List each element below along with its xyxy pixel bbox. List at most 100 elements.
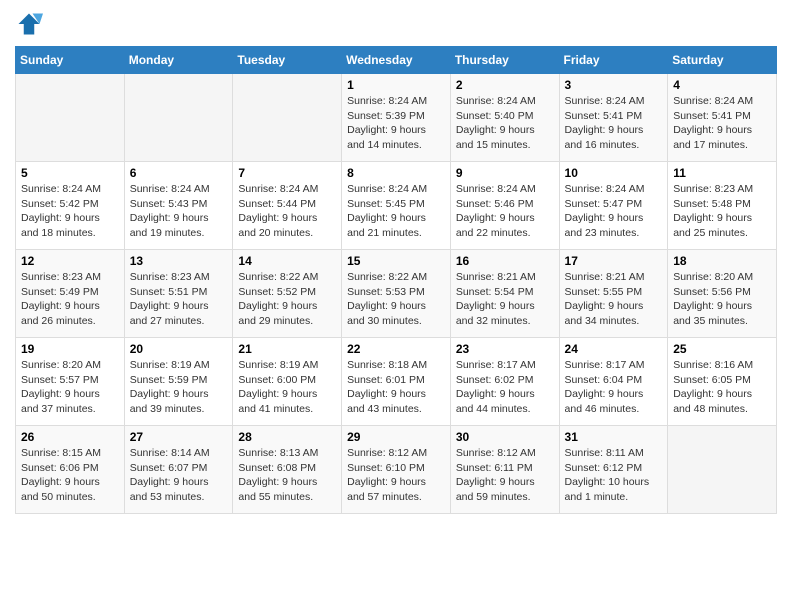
header-day: Friday (559, 47, 668, 74)
calendar-cell: 13 Sunrise: 8:23 AM Sunset: 5:51 PM Dayli… (124, 250, 233, 338)
header-day: Monday (124, 47, 233, 74)
day-number: 11 (673, 166, 771, 180)
calendar-cell: 16Sunrise: 8:21 AM Sunset: 5:54 PM Dayli… (450, 250, 559, 338)
day-info: Sunrise: 8:24 AM Sunset: 5:42 PM Dayligh… (21, 182, 119, 241)
day-number: 2 (456, 78, 554, 92)
day-info: Sunrise: 8:24 AM Sunset: 5:39 PM Dayligh… (347, 94, 445, 153)
calendar-cell: 20 Sunrise: 8:19 AM Sunset: 5:59 PM Dayli… (124, 338, 233, 426)
calendar-cell: 19 Sunrise: 8:20 AM Sunset: 5:57 PM Dayli… (16, 338, 125, 426)
day-number: 14 (238, 254, 336, 268)
day-number: 29 (347, 430, 445, 444)
calendar-cell: 26 Sunrise: 8:15 AM Sunset: 6:06 PM Dayli… (16, 426, 125, 514)
header-day: Sunday (16, 47, 125, 74)
calendar-cell: 3Sunrise: 8:24 AM Sunset: 5:41 PM Daylig… (559, 74, 668, 162)
day-info: Sunrise: 8:24 AM Sunset: 5:41 PM Dayligh… (565, 94, 663, 153)
day-number: 17 (565, 254, 663, 268)
calendar-body: 1 Sunrise: 8:24 AM Sunset: 5:39 PM Daylig… (16, 74, 777, 514)
day-number: 31 (565, 430, 663, 444)
calendar-cell: 30 Sunrise: 8:12 AM Sunset: 6:11 PM Dayli… (450, 426, 559, 514)
calendar-cell: 29 Sunrise: 8:12 AM Sunset: 6:10 PM Dayli… (342, 426, 451, 514)
calendar-cell: 5 Sunrise: 8:24 AM Sunset: 5:42 PM Daylig… (16, 162, 125, 250)
day-number: 10 (565, 166, 663, 180)
day-number: 1 (347, 78, 445, 92)
day-number: 7 (238, 166, 336, 180)
day-info: Sunrise: 8:18 AM Sunset: 6:01 PM Dayligh… (347, 358, 445, 417)
day-number: 4 (673, 78, 771, 92)
day-number: 24 (565, 342, 663, 356)
calendar-cell: 2 Sunrise: 8:24 AM Sunset: 5:40 PM Daylig… (450, 74, 559, 162)
calendar-cell: 11 Sunrise: 8:23 AM Sunset: 5:48 PM Dayli… (668, 162, 777, 250)
calendar-table: SundayMondayTuesdayWednesdayThursdayFrid… (15, 46, 777, 514)
calendar-week-row: 12 Sunrise: 8:23 AM Sunset: 5:49 PM Dayli… (16, 250, 777, 338)
day-info: Sunrise: 8:19 AM Sunset: 5:59 PM Dayligh… (130, 358, 228, 417)
day-number: 12 (21, 254, 119, 268)
day-number: 22 (347, 342, 445, 356)
calendar-week-row: 26 Sunrise: 8:15 AM Sunset: 6:06 PM Dayli… (16, 426, 777, 514)
day-info: Sunrise: 8:15 AM Sunset: 6:06 PM Dayligh… (21, 446, 119, 505)
header-day: Saturday (668, 47, 777, 74)
day-number: 26 (21, 430, 119, 444)
day-info: Sunrise: 8:17 AM Sunset: 6:04 PM Dayligh… (565, 358, 663, 417)
header-day: Thursday (450, 47, 559, 74)
calendar-cell (233, 74, 342, 162)
day-number: 6 (130, 166, 228, 180)
calendar-cell: 1 Sunrise: 8:24 AM Sunset: 5:39 PM Daylig… (342, 74, 451, 162)
calendar-cell: 18Sunrise: 8:20 AM Sunset: 5:56 PM Dayli… (668, 250, 777, 338)
calendar-cell: 9Sunrise: 8:24 AM Sunset: 5:46 PM Daylig… (450, 162, 559, 250)
calendar-cell: 17 Sunrise: 8:21 AM Sunset: 5:55 PM Dayli… (559, 250, 668, 338)
day-number: 30 (456, 430, 554, 444)
calendar-cell: 4 Sunrise: 8:24 AM Sunset: 5:41 PM Daylig… (668, 74, 777, 162)
day-info: Sunrise: 8:24 AM Sunset: 5:41 PM Dayligh… (673, 94, 771, 153)
day-number: 9 (456, 166, 554, 180)
calendar-cell (16, 74, 125, 162)
calendar-week-row: 5 Sunrise: 8:24 AM Sunset: 5:42 PM Daylig… (16, 162, 777, 250)
day-info: Sunrise: 8:24 AM Sunset: 5:43 PM Dayligh… (130, 182, 228, 241)
day-number: 20 (130, 342, 228, 356)
logo (15, 10, 47, 38)
calendar-cell (668, 426, 777, 514)
day-info: Sunrise: 8:22 AM Sunset: 5:52 PM Dayligh… (238, 270, 336, 329)
day-info: Sunrise: 8:24 AM Sunset: 5:44 PM Dayligh… (238, 182, 336, 241)
calendar-cell: 10 Sunrise: 8:24 AM Sunset: 5:47 PM Dayli… (559, 162, 668, 250)
day-info: Sunrise: 8:19 AM Sunset: 6:00 PM Dayligh… (238, 358, 336, 417)
day-info: Sunrise: 8:23 AM Sunset: 5:48 PM Dayligh… (673, 182, 771, 241)
header-day: Wednesday (342, 47, 451, 74)
day-number: 8 (347, 166, 445, 180)
calendar-cell: 28Sunrise: 8:13 AM Sunset: 6:08 PM Dayli… (233, 426, 342, 514)
day-number: 28 (238, 430, 336, 444)
calendar-cell: 6 Sunrise: 8:24 AM Sunset: 5:43 PM Daylig… (124, 162, 233, 250)
day-number: 5 (21, 166, 119, 180)
day-info: Sunrise: 8:20 AM Sunset: 5:57 PM Dayligh… (21, 358, 119, 417)
calendar-cell: 12 Sunrise: 8:23 AM Sunset: 5:49 PM Dayli… (16, 250, 125, 338)
calendar-cell: 7 Sunrise: 8:24 AM Sunset: 5:44 PM Daylig… (233, 162, 342, 250)
day-info: Sunrise: 8:21 AM Sunset: 5:54 PM Dayligh… (456, 270, 554, 329)
day-info: Sunrise: 8:12 AM Sunset: 6:11 PM Dayligh… (456, 446, 554, 505)
calendar-cell: 14 Sunrise: 8:22 AM Sunset: 5:52 PM Dayli… (233, 250, 342, 338)
header-row: SundayMondayTuesdayWednesdayThursdayFrid… (16, 47, 777, 74)
day-number: 25 (673, 342, 771, 356)
day-info: Sunrise: 8:24 AM Sunset: 5:40 PM Dayligh… (456, 94, 554, 153)
page-header (15, 10, 777, 38)
day-info: Sunrise: 8:21 AM Sunset: 5:55 PM Dayligh… (565, 270, 663, 329)
day-info: Sunrise: 8:12 AM Sunset: 6:10 PM Dayligh… (347, 446, 445, 505)
day-number: 27 (130, 430, 228, 444)
day-info: Sunrise: 8:16 AM Sunset: 6:05 PM Dayligh… (673, 358, 771, 417)
day-number: 19 (21, 342, 119, 356)
day-info: Sunrise: 8:22 AM Sunset: 5:53 PM Dayligh… (347, 270, 445, 329)
day-info: Sunrise: 8:11 AM Sunset: 6:12 PM Dayligh… (565, 446, 663, 505)
day-info: Sunrise: 8:24 AM Sunset: 5:47 PM Dayligh… (565, 182, 663, 241)
calendar-cell: 22 Sunrise: 8:18 AM Sunset: 6:01 PM Dayli… (342, 338, 451, 426)
calendar-header: SundayMondayTuesdayWednesdayThursdayFrid… (16, 47, 777, 74)
logo-icon (15, 10, 43, 38)
day-info: Sunrise: 8:20 AM Sunset: 5:56 PM Dayligh… (673, 270, 771, 329)
day-number: 13 (130, 254, 228, 268)
day-info: Sunrise: 8:24 AM Sunset: 5:45 PM Dayligh… (347, 182, 445, 241)
calendar-cell: 25 Sunrise: 8:16 AM Sunset: 6:05 PM Dayli… (668, 338, 777, 426)
day-info: Sunrise: 8:23 AM Sunset: 5:49 PM Dayligh… (21, 270, 119, 329)
day-info: Sunrise: 8:14 AM Sunset: 6:07 PM Dayligh… (130, 446, 228, 505)
day-info: Sunrise: 8:23 AM Sunset: 5:51 PM Dayligh… (130, 270, 228, 329)
calendar-cell: 8 Sunrise: 8:24 AM Sunset: 5:45 PM Daylig… (342, 162, 451, 250)
calendar-week-row: 1 Sunrise: 8:24 AM Sunset: 5:39 PM Daylig… (16, 74, 777, 162)
calendar-cell: 23Sunrise: 8:17 AM Sunset: 6:02 PM Dayli… (450, 338, 559, 426)
day-number: 21 (238, 342, 336, 356)
